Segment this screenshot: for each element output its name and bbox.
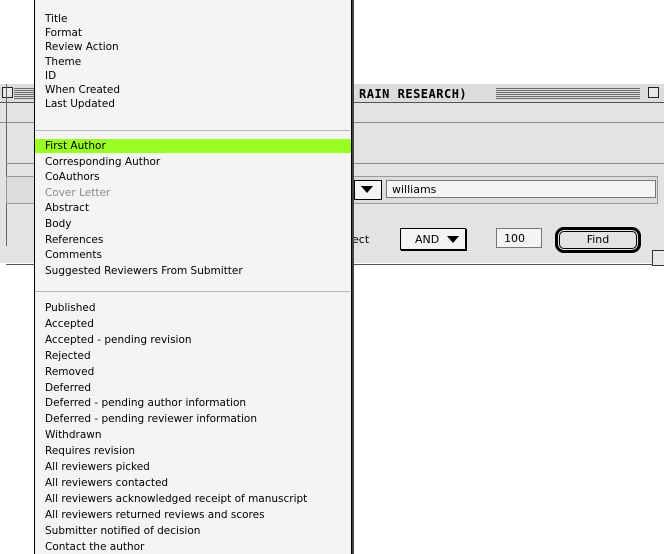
criteria-value-field[interactable]: williams <box>386 180 656 198</box>
field-popup-button[interactable] <box>354 180 382 200</box>
menu-separator <box>35 130 351 131</box>
menu-item-published[interactable]: Published <box>35 301 351 315</box>
menu-item-all-reviewers-returned-reviews-and-scores[interactable]: All reviewers returned reviews and score… <box>35 508 351 522</box>
menu-item-withdrawn[interactable]: Withdrawn <box>35 428 351 442</box>
chevron-down-icon <box>361 186 373 193</box>
menu-item-all-reviewers-contacted[interactable]: All reviewers contacted <box>35 476 351 490</box>
menu-item-deferred[interactable]: Deferred <box>35 381 351 395</box>
chevron-down-icon <box>447 236 459 243</box>
zoom-box-icon[interactable] <box>648 87 659 98</box>
menu-item-coauthors[interactable]: CoAuthors <box>35 170 351 184</box>
menu-item-accepted[interactable]: Accepted <box>35 317 351 331</box>
menu-item-rejected[interactable]: Rejected <box>35 349 351 363</box>
menu-item-cover-letter: Cover Letter <box>45 186 111 199</box>
resize-handle-icon[interactable] <box>652 250 664 266</box>
menu-item-suggested-reviewers-from-submitter[interactable]: Suggested Reviewers From Submitter <box>35 264 351 278</box>
menu-item-deferred-pending-author-information[interactable]: Deferred - pending author information <box>35 396 351 410</box>
menu-item-abstract[interactable]: Abstract <box>35 201 351 215</box>
field-popup-menu: Title Format Review Action Theme ID When Crea… <box>34 0 352 554</box>
menu-item-id[interactable]: ID <box>35 69 351 83</box>
menu-item-corresponding-author[interactable]: Corresponding Author <box>35 155 351 169</box>
menu-item-deferred-pending-reviewer-information[interactable]: Deferred - pending reviewer information <box>35 412 351 426</box>
menu-item-accepted-pending-revision[interactable]: Accepted - pending revision <box>35 333 351 347</box>
close-box-icon[interactable] <box>2 87 13 98</box>
limit-field[interactable]: 100 <box>496 228 542 248</box>
menu-separator <box>35 291 351 292</box>
menu-item-title[interactable]: Title <box>35 12 351 26</box>
menu-item-when-created[interactable]: When Created <box>35 83 351 97</box>
menu-item-all-reviewers-picked[interactable]: All reviewers picked <box>35 460 351 474</box>
titlebar-stripes-right <box>496 88 640 99</box>
find-button[interactable]: Find <box>555 227 641 253</box>
menu-item-contact-the-author[interactable]: Contact the author <box>35 540 351 554</box>
menu-item-review-action[interactable]: Review Action <box>35 40 351 54</box>
menu-item-last-updated[interactable]: Last Updated <box>35 97 351 111</box>
window-title: RAIN RESEARCH) <box>356 86 471 102</box>
menu-item-body[interactable]: Body <box>35 217 351 231</box>
operator-popup[interactable]: AND <box>400 228 466 250</box>
menu-item-comments[interactable]: Comments <box>35 248 351 262</box>
menu-item-all-reviewers-acknowledged-receipt-of-manuscript[interactable]: All reviewers acknowledged receipt of ma… <box>35 492 351 506</box>
menu-item-submitter-notified-of-decision[interactable]: Submitter notified of decision <box>35 524 351 538</box>
menu-item-removed[interactable]: Removed <box>35 365 351 379</box>
menu-item-format[interactable]: Format <box>35 26 351 40</box>
menu-item-theme[interactable]: Theme <box>35 55 351 69</box>
menu-item-first-author[interactable]: First Author <box>35 139 351 153</box>
window-left-edge <box>6 84 7 246</box>
menu-item-requires-revision[interactable]: Requires revision <box>35 444 351 458</box>
menu-item-references[interactable]: References <box>35 233 351 247</box>
operator-value: AND <box>415 233 440 246</box>
select-label: ect <box>352 233 370 246</box>
